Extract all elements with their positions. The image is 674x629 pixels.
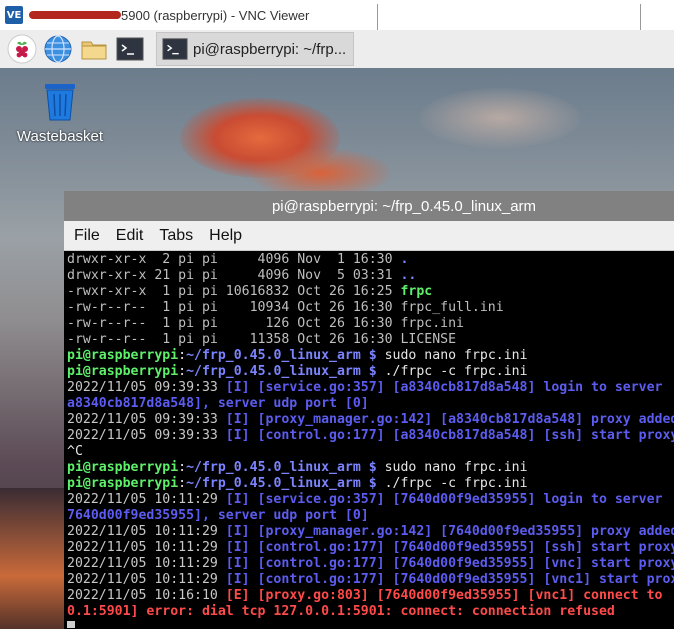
globe-icon[interactable] [42, 33, 74, 65]
terminal-text-segment: .. [400, 268, 417, 283]
terminal-line: a8340cb817d8a548], server udp port [0] [67, 396, 674, 412]
taskbar: pi@raspberrypi: ~/frp... [0, 30, 674, 68]
terminal-line: drwxr-xr-x 21 pi pi 4096 Nov 5 03:31 .. [67, 268, 674, 284]
terminal-text-segment: [I] [control.go:177] [7640d00f9ed35955] … [225, 540, 674, 555]
terminal-line: 2022/11/05 10:11:29 [I] [control.go:177]… [67, 556, 674, 572]
terminal-text-segment: 2022/11/05 09:39:33 [67, 428, 226, 443]
terminal-text-segment: sudo nano frpc.ini [376, 460, 528, 475]
terminal-line: 2022/11/05 10:16:10 [E] [proxy.go:803] [… [67, 588, 674, 604]
terminal-text-segment: sudo nano frpc.ini [376, 348, 528, 363]
terminal-text-segment: ^C [67, 444, 83, 459]
vnc-viewer-icon: VE [5, 6, 23, 24]
terminal-text-segment: ~/frp_0.45.0_linux_arm $ [186, 364, 377, 379]
terminal-text-segment: [I] [service.go:357] [7640d00f9ed35955] … [225, 492, 663, 507]
terminal-text-segment: [I] [control.go:177] [7640d00f9ed35955] … [225, 572, 674, 587]
terminal-text-segment: 0.1:5901] error: dial tcp 127.0.0.1:5901… [67, 604, 615, 619]
terminal-title-bar[interactable]: pi@raspberrypi: ~/frp_0.45.0_linux_arm [64, 191, 674, 221]
terminal-text-segment: 2022/11/05 10:11:29 [67, 492, 226, 507]
terminal-text-segment: ~/frp_0.45.0_linux_arm $ [186, 476, 377, 491]
terminal-line: 2022/11/05 10:11:29 [I] [control.go:177]… [67, 572, 674, 588]
terminal-line: pi@raspberrypi:~/frp_0.45.0_linux_arm $ … [67, 348, 674, 364]
terminal-text-segment: drwxr-xr-x 21 pi pi 4096 Nov 5 03:31 [67, 268, 401, 283]
menu-file[interactable]: File [74, 227, 100, 245]
terminal-output[interactable]: drwxr-xr-x 2 pi pi 4096 Nov 1 16:30 . drw… [64, 251, 674, 628]
raspberry-menu-icon[interactable] [6, 33, 38, 65]
terminal-text-segment: : [178, 460, 187, 475]
terminal-text-segment: 2022/11/05 10:16:10 [67, 588, 226, 603]
terminal-text-segment: ~/frp_0.45.0_linux_arm $ [186, 460, 377, 475]
terminal-line: pi@raspberrypi:~/frp_0.45.0_linux_arm $ … [67, 476, 674, 492]
terminal-line: 2022/11/05 09:39:33 [I] [control.go:177]… [67, 428, 674, 444]
terminal-cursor-line [67, 620, 674, 628]
terminal-text-segment: 2022/11/05 10:11:29 [67, 540, 226, 555]
wallpaper-sunset [0, 488, 70, 629]
vnc-window-title: 5900 (raspberrypi) - VNC Viewer [121, 7, 310, 23]
terminal-line: 2022/11/05 10:11:29 [I] [control.go:177]… [67, 540, 674, 556]
terminal-text-segment: ./frpc -c frpc.ini [376, 476, 528, 491]
terminal-text-segment: [I] [service.go:357] [a8340cb817d8a548] … [225, 380, 663, 395]
terminal-text-segment: ~/frp_0.45.0_linux_arm $ [186, 348, 377, 363]
terminal-text-segment: frpc [400, 284, 433, 299]
terminal-text-segment: pi@raspberrypi [67, 348, 179, 363]
terminal-text-segment: pi@raspberrypi [67, 364, 179, 379]
terminal-line: -rwxr-xr-x 1 pi pi 10616832 Oct 26 16:25… [67, 284, 674, 300]
menu-edit[interactable]: Edit [116, 227, 144, 245]
terminal-line: -rw-r--r-- 1 pi pi 10934 Oct 26 16:30 fr… [67, 300, 674, 316]
terminal-line: pi@raspberrypi:~/frp_0.45.0_linux_arm $ … [67, 364, 674, 380]
wastebasket-icon [45, 84, 75, 121]
terminal-text-segment: -rw-r--r-- 1 pi pi 10934 Oct 26 16:30 fr… [67, 300, 504, 315]
terminal-text-segment: [E] [proxy.go:803] [7640d00f9ed35955] [v… [225, 588, 663, 603]
terminal-menubar: File Edit Tabs Help [64, 221, 674, 251]
terminal-text-segment: -rw-r--r-- 1 pi pi 11358 Oct 26 16:30 LI… [67, 332, 457, 347]
terminal-line: pi@raspberrypi:~/frp_0.45.0_linux_arm $ … [67, 460, 674, 476]
terminal-line: ^C [67, 444, 674, 460]
terminal-text-segment: [I] [control.go:177] [a8340cb817d8a548] … [225, 428, 674, 443]
terminal-line: drwxr-xr-x 2 pi pi 4096 Nov 1 16:30 . [67, 252, 674, 268]
terminal-text-segment: : [178, 476, 187, 491]
terminal-launcher-icon[interactable] [114, 33, 146, 65]
terminal-text-segment: a8340cb817d8a548], server udp port [0] [67, 396, 369, 411]
terminal-text-segment: . [400, 252, 409, 267]
wallpaper-cloud [420, 88, 580, 148]
terminal-text-segment: -rwxr-xr-x 1 pi pi 10616832 Oct 26 16:25 [67, 284, 401, 299]
terminal-text-segment: [I] [control.go:177] [7640d00f9ed35955] … [225, 556, 674, 571]
folder-icon[interactable] [78, 33, 110, 65]
terminal-text-segment: 2022/11/05 10:11:29 [67, 524, 226, 539]
terminal-text-segment: 2022/11/05 09:39:33 [67, 412, 226, 427]
terminal-text-segment: drwxr-xr-x 2 pi pi 4096 Nov 1 16:30 [67, 252, 401, 267]
terminal-text-segment: : [178, 364, 187, 379]
terminal-text-segment: : [178, 348, 187, 363]
terminal-text-segment: 2022/11/05 09:39:33 [67, 380, 226, 395]
terminal-text-segment: 2022/11/05 10:11:29 [67, 572, 226, 587]
wastebasket-label: Wastebasket [16, 128, 104, 145]
terminal-text-segment: pi@raspberrypi [67, 476, 179, 491]
menu-help[interactable]: Help [209, 227, 242, 245]
redacted-host [29, 11, 121, 19]
terminal-line: 2022/11/05 10:11:29 [I] [proxy_manager.g… [67, 524, 674, 540]
terminal-text-segment: 7640d00f9ed35955], server udp port [0] [67, 508, 369, 523]
terminal-line: -rw-r--r-- 1 pi pi 126 Oct 26 16:30 frpc… [67, 316, 674, 332]
terminal-window: pi@raspberrypi: ~/frp_0.45.0_linux_arm F… [64, 191, 674, 629]
taskbar-task-label: pi@raspberrypi: ~/frp... [193, 40, 347, 58]
terminal-title: pi@raspberrypi: ~/frp_0.45.0_linux_arm [271, 197, 537, 215]
terminal-text-segment: ./frpc -c frpc.ini [376, 364, 528, 379]
terminal-text-segment: [I] [proxy_manager.go:142] [7640d00f9ed3… [225, 524, 674, 539]
terminal-text-segment: [I] [proxy_manager.go:142] [a8340cb817d8… [225, 412, 674, 427]
terminal-text-segment: -rw-r--r-- 1 pi pi 126 Oct 26 16:30 frpc… [67, 316, 464, 331]
terminal-line: 2022/11/05 09:39:33 [I] [service.go:357]… [67, 380, 674, 396]
terminal-line: 7640d00f9ed35955], server udp port [0] [67, 508, 674, 524]
terminal-line: -rw-r--r-- 1 pi pi 11358 Oct 26 16:30 LI… [67, 332, 674, 348]
terminal-text-segment: 2022/11/05 10:11:29 [67, 556, 226, 571]
wastebasket-shortcut[interactable]: Wastebasket [12, 80, 108, 145]
taskbar-terminal-task[interactable]: pi@raspberrypi: ~/frp... [156, 32, 354, 66]
terminal-text-segment: pi@raspberrypi [67, 460, 179, 475]
terminal-task-icon [162, 38, 188, 60]
terminal-cursor [67, 620, 75, 628]
terminal-line: 0.1:5901] error: dial tcp 127.0.0.1:5901… [67, 604, 674, 620]
terminal-line: 2022/11/05 10:11:29 [I] [service.go:357]… [67, 492, 674, 508]
menu-tabs[interactable]: Tabs [159, 227, 193, 245]
terminal-line: 2022/11/05 09:39:33 [I] [proxy_manager.g… [67, 412, 674, 428]
